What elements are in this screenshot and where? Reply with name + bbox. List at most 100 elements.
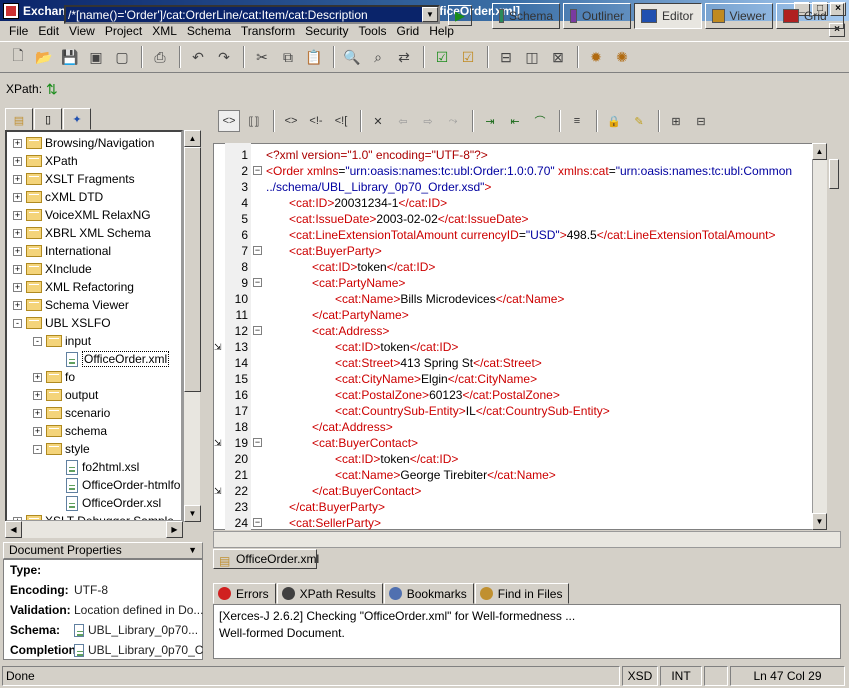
scroll-thumb[interactable] <box>184 147 201 392</box>
strip-tags-icon[interactable]: ✕ <box>367 110 389 132</box>
expand-icon[interactable]: + <box>13 246 22 256</box>
menu-security[interactable]: Security <box>300 24 353 38</box>
code-line[interactable]: <cat:Address> <box>312 323 389 339</box>
code-line[interactable]: <cat:CityName>Elgin</cat:CityName> <box>335 371 537 387</box>
menu-xml[interactable]: XML <box>147 24 182 38</box>
copy-icon[interactable]: ⧉ <box>276 45 300 69</box>
code-line[interactable]: </cat:BuyerContact> <box>312 483 421 499</box>
tree-hscrollbar[interactable]: ◀ ▶ <box>5 521 183 538</box>
tab-bookmarks[interactable]: Bookmarks <box>383 583 474 604</box>
undo-icon[interactable]: ↶ <box>186 45 210 69</box>
code-line[interactable]: <cat:ID>token</cat:ID> <box>335 451 458 467</box>
tag-view-icon[interactable]: <> <box>218 110 240 132</box>
scroll-thumb[interactable] <box>829 159 839 189</box>
tree-item[interactable]: OfficeOrder-htmlfo.xs <box>53 476 181 494</box>
collapse-icon[interactable]: - <box>33 336 42 346</box>
fold-toggle-icon[interactable]: − <box>253 438 262 447</box>
open-folder-icon[interactable]: 📂 <box>32 45 56 69</box>
find-icon[interactable]: 🔍 <box>340 45 364 69</box>
tab-navigator[interactable]: ✦ <box>63 108 91 130</box>
expand-icon[interactable]: + <box>13 264 22 274</box>
xpath-execute-button[interactable]: ▶ <box>448 5 472 26</box>
transform-icon[interactable]: ✹ <box>584 45 608 69</box>
expand-icon[interactable]: + <box>13 228 22 238</box>
save-all-icon[interactable]: ▣ <box>84 45 108 69</box>
tree-item[interactable]: + XPath <box>13 152 78 170</box>
expand-icon[interactable]: + <box>33 372 42 382</box>
menu-view[interactable]: View <box>64 24 100 38</box>
expand-icon[interactable]: + <box>33 408 42 418</box>
code-line[interactable]: <?xml version="1.0" encoding="UTF-8"?> <box>266 147 488 163</box>
tree-item[interactable]: - UBL XSLFO <box>13 314 111 332</box>
tree-item[interactable]: + XML Refactoring <box>13 278 134 296</box>
code-line[interactable]: <cat:Name>Bills Microdevices</cat:Name> <box>335 291 564 307</box>
view-viewer-button[interactable]: Viewer <box>705 3 773 29</box>
code-line[interactable]: </cat:PartyName> <box>312 307 409 323</box>
code-line[interactable]: <cat:CountrySub-Entity>IL</cat:CountrySu… <box>335 403 610 419</box>
comment-icon[interactable]: <!- <box>305 110 327 132</box>
tree-item[interactable]: + schema <box>33 422 107 440</box>
code-line[interactable]: <cat:SellerParty> <box>289 515 381 531</box>
collapse-icon[interactable]: - <box>13 318 22 328</box>
split-horizontal-icon[interactable]: ⊟ <box>494 45 518 69</box>
fold-toggle-icon[interactable]: − <box>253 278 262 287</box>
unsplit-icon[interactable]: ⊠ <box>546 45 570 69</box>
tree-item[interactable]: + XInclude <box>13 260 92 278</box>
highlight-icon[interactable]: ✎ <box>628 110 650 132</box>
split-vertical-icon[interactable]: ◫ <box>520 45 544 69</box>
fold-toggle-icon[interactable]: − <box>253 166 262 175</box>
code-line[interactable]: <cat:Name>George Tirebiter</cat:Name> <box>335 467 556 483</box>
tree-item[interactable]: OfficeOrder.xsl <box>53 494 161 512</box>
editor-scrollbar[interactable]: ▲ ▼ <box>812 143 827 530</box>
scroll-up-icon[interactable]: ▲ <box>812 143 827 160</box>
new-file-icon[interactable]: 🗋 <box>6 45 30 69</box>
code-line[interactable]: </cat:BuyerParty> <box>289 499 385 515</box>
cut-icon[interactable]: ✂ <box>250 45 274 69</box>
expand-icon[interactable]: ⇤ <box>504 110 526 132</box>
code-line[interactable]: <cat:ID>20031234-1</cat:ID> <box>289 195 447 211</box>
collapse-icon[interactable]: ⇥ <box>479 110 501 132</box>
fold-toggle-icon[interactable]: − <box>253 246 262 255</box>
paste-icon[interactable]: 📋 <box>302 45 326 69</box>
code-line[interactable]: <cat:PartyName> <box>312 275 405 291</box>
tree-item[interactable]: - style <box>33 440 90 458</box>
tree-item[interactable]: + Schema Viewer <box>13 296 129 314</box>
insert-tag-icon[interactable]: <> <box>280 110 302 132</box>
expand-icon[interactable]: + <box>13 174 22 184</box>
code-line[interactable]: </cat:Address> <box>312 419 393 435</box>
menu-transform[interactable]: Transform <box>236 24 300 38</box>
scroll-right-icon[interactable]: ▶ <box>166 521 183 538</box>
tab-errors[interactable]: Errors <box>213 583 276 604</box>
code-line[interactable]: <cat:IssueDate>2003-02-02</cat:IssueDate… <box>289 211 529 227</box>
scroll-down-icon[interactable]: ▼ <box>812 513 827 530</box>
menu-project[interactable]: Project <box>100 24 147 38</box>
view-outliner-button[interactable]: Outliner <box>563 3 631 29</box>
scroll-left-icon[interactable]: ◀ <box>5 521 22 538</box>
expand-icon[interactable]: + <box>33 426 42 436</box>
tree-item[interactable]: OfficeOrder.xml <box>53 350 170 368</box>
code-line[interactable]: <cat:ID>token</cat:ID> <box>335 339 458 355</box>
tree-item[interactable]: + XSLT Fragments <box>13 170 135 188</box>
validate-icon[interactable]: ☑ <box>430 45 454 69</box>
code-line[interactable]: <cat:PostalZone>60123</cat:PostalZone> <box>335 387 560 403</box>
cdata-icon[interactable]: <![ <box>330 110 352 132</box>
tree-item[interactable]: + International <box>13 242 111 260</box>
goto-error-icon[interactable]: ⤳ <box>442 110 464 132</box>
expand-icon[interactable]: + <box>13 210 22 220</box>
expand-icon[interactable]: + <box>13 156 22 166</box>
tab-document[interactable]: ▯ <box>34 108 62 130</box>
lock-icon[interactable]: 🔒 <box>603 110 625 132</box>
find-next-icon[interactable]: ⌕ <box>366 45 390 69</box>
print-icon[interactable]: ⎙ <box>148 45 172 69</box>
view-editor-button[interactable]: Editor <box>634 3 702 29</box>
code-line[interactable]: ../schema/UBL_Library_0p70_Order.xsd"> <box>266 179 491 195</box>
redo-icon[interactable]: ↷ <box>212 45 236 69</box>
next-error-icon[interactable]: ⇨ <box>417 110 439 132</box>
well-formed-icon[interactable]: ☑ <box>456 45 480 69</box>
tree-item[interactable]: + cXML DTD <box>13 188 103 206</box>
fold-toggle-icon[interactable]: − <box>253 518 262 527</box>
tab-find-in-files[interactable]: Find in Files <box>474 583 570 604</box>
chevron-down-icon[interactable]: ▼ <box>188 543 197 558</box>
view-schema-button[interactable]: Schema <box>492 3 560 29</box>
expand-icon[interactable]: + <box>13 300 22 310</box>
